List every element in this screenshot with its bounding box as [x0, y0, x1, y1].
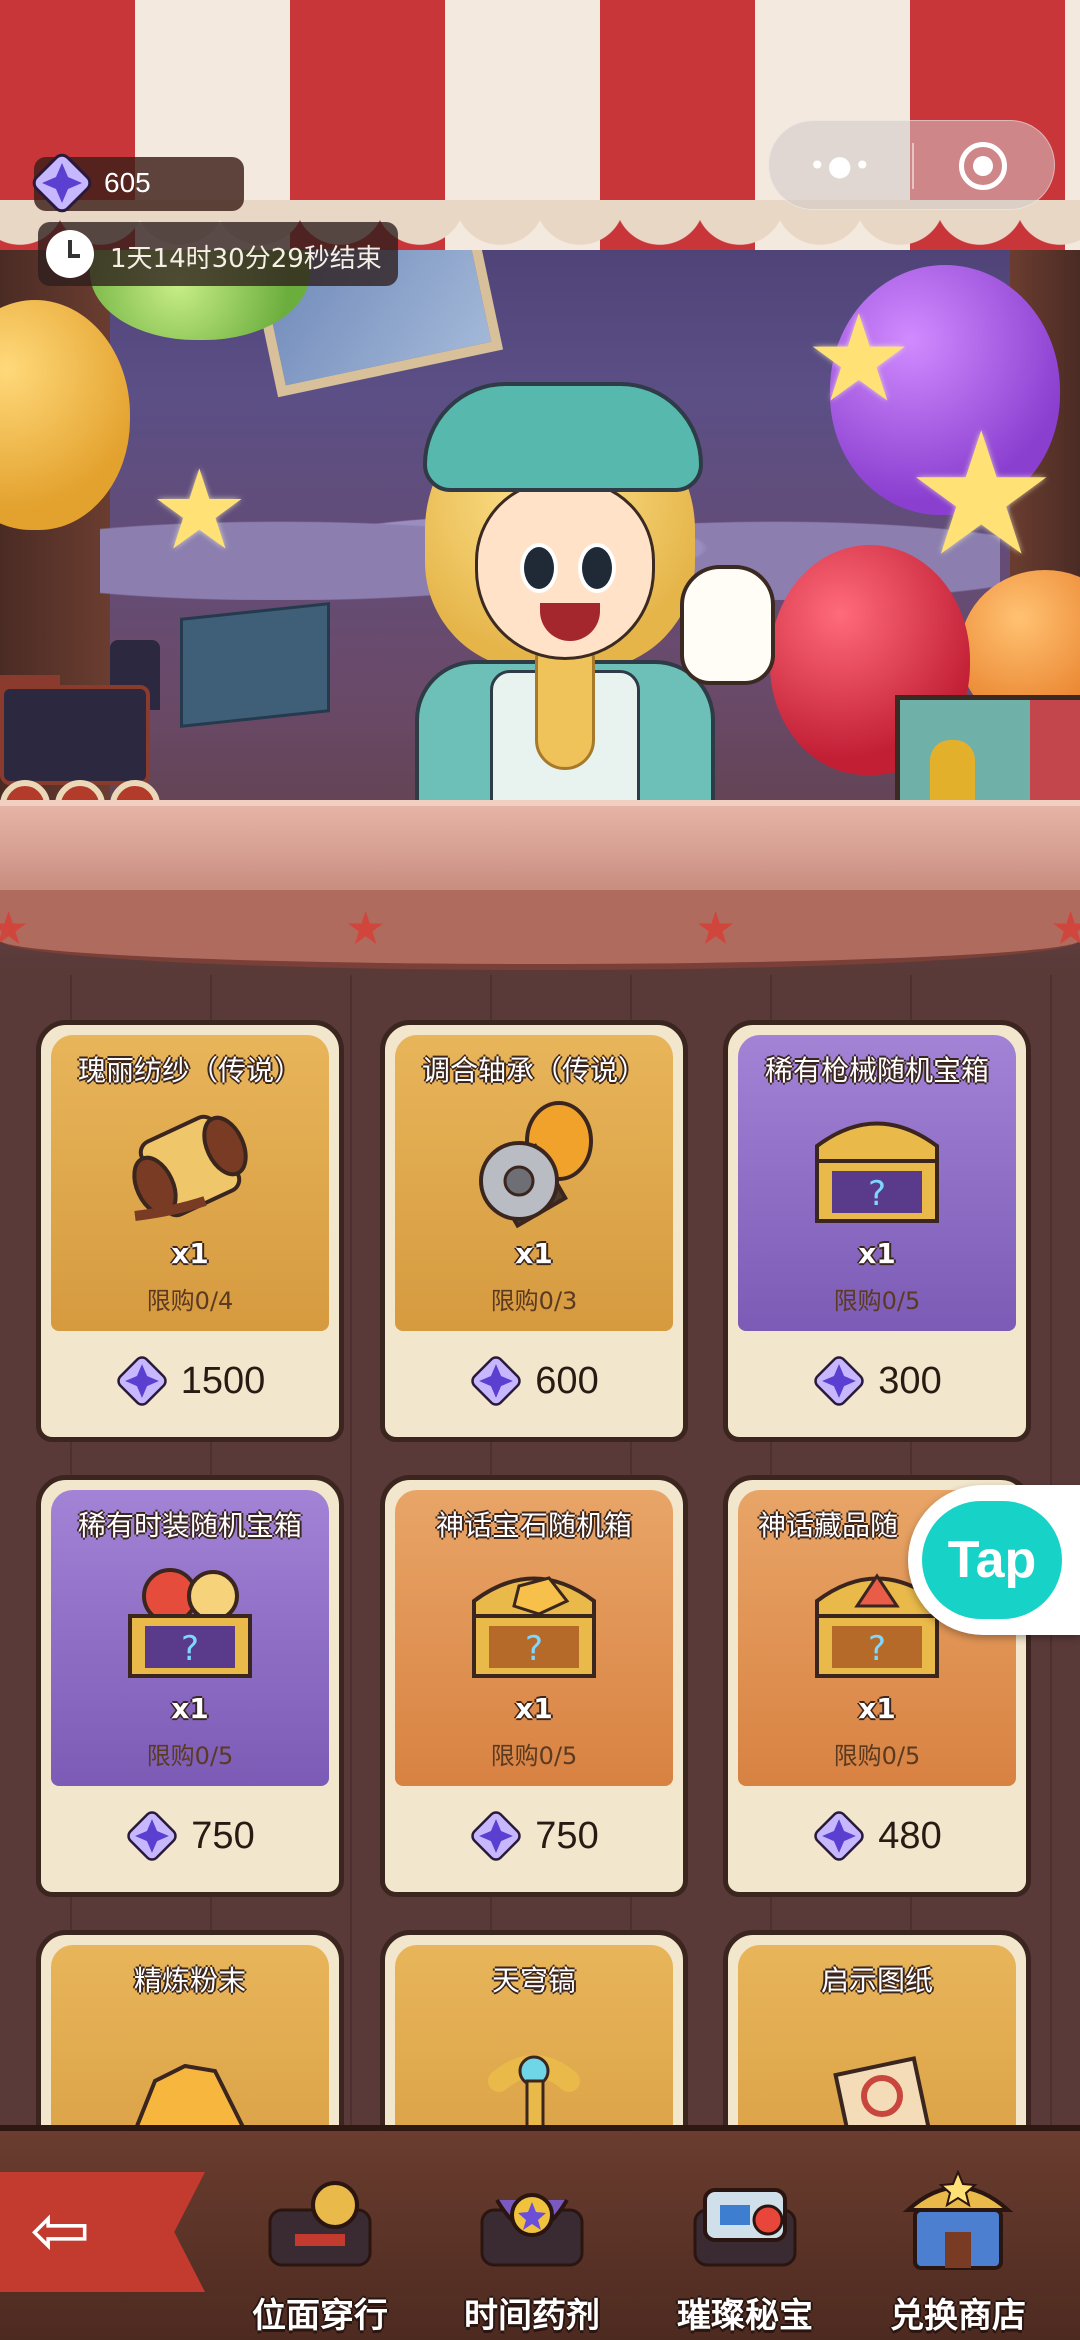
item-title: 稀有时装随机宝箱 — [77, 1509, 302, 1542]
purchase-limit: 限购0/5 — [833, 1742, 921, 1770]
counter-star-icon: ★ — [0, 901, 30, 955]
item-quantity: x1 — [858, 1692, 896, 1725]
blueprint-scroll-icon — [833, 2056, 932, 2141]
purchase-limit: 限购0/3 — [490, 1287, 578, 1315]
svg-text:?: ? — [868, 1629, 886, 1669]
counter-star-icon: ★ — [345, 901, 387, 955]
taptap-logo: Tap — [922, 1501, 1062, 1619]
timer-text: 1天14时30分29秒结束 — [110, 244, 382, 274]
hanging-star-left: ★ — [150, 446, 249, 574]
purchase-limit: 限购0/4 — [146, 1287, 234, 1315]
back-button[interactable]: ⇦ — [0, 2172, 205, 2292]
price-button[interactable]: 480 — [740, 1798, 1014, 1874]
shop-card[interactable]: 调合轴承（传说） x1 限购0/3 600 — [380, 1020, 688, 1442]
purchase-limit: 限购0/5 — [490, 1742, 578, 1770]
item-title: 稀有枪械随机宝箱 — [764, 1054, 989, 1087]
gem-balance: 605 — [32, 153, 244, 213]
price-button[interactable]: 300 — [740, 1343, 1014, 1419]
gem-icon — [471, 1356, 522, 1406]
svg-text:?: ? — [525, 1629, 543, 1669]
purchase-limit: 限购0/5 — [833, 1287, 921, 1315]
item-title: 天穹镐 — [491, 1964, 576, 1997]
treasure-chest-icon: ? — [815, 1121, 939, 1223]
shop-card[interactable]: 瑰丽纺纱（传说） x1 限购0/4 1500 — [36, 1020, 344, 1442]
hanging-star-smiling: ★ — [905, 396, 1058, 594]
nav-item-plane-travel[interactable]: 位面穿行 — [220, 2160, 420, 2336]
item-title: 启示图纸 — [820, 1964, 933, 1997]
item-quantity: x1 — [515, 1237, 553, 1270]
price-value: 480 — [878, 1814, 942, 1857]
nav-item-dazzling-treasure[interactable]: 璀璨秘宝 — [645, 2160, 845, 2336]
nav-item-exchange-shop[interactable]: 兑换商店 — [858, 2160, 1058, 2336]
more-options-button[interactable]: •●• — [809, 149, 872, 182]
counter-front — [0, 890, 1080, 970]
item-title: 神话宝石随机箱 — [435, 1509, 632, 1542]
miniprogram-capsule: •●• — [768, 120, 1055, 210]
event-timer: 1天14时30分29秒结束 — [38, 222, 398, 286]
plane-travel-icon — [268, 2181, 372, 2267]
shop-counter — [0, 800, 1080, 890]
gem-chest-icon: ? — [472, 1576, 596, 1678]
shop-card[interactable]: 神话宝石随机箱 ? x1 限购0/5 750 — [380, 1475, 688, 1897]
gem-icon — [814, 1356, 865, 1406]
item-title: 瑰丽纺纱（传说） — [77, 1054, 302, 1087]
close-miniprogram-button[interactable] — [959, 142, 1007, 190]
price-value: 1500 — [180, 1359, 266, 1402]
svg-text:?: ? — [181, 1629, 199, 1669]
item-quantity: x1 — [171, 1692, 209, 1725]
golden-spool-icon — [132, 1114, 248, 1221]
price-button[interactable]: 1500 — [53, 1343, 327, 1419]
item-title: 调合轴承（传说） — [421, 1054, 646, 1087]
shop-card[interactable]: 稀有时装随机宝箱 ? x1 限购0/5 750 — [36, 1475, 344, 1897]
back-arrow-icon: ⇦ — [30, 2188, 91, 2272]
purchase-limit: 限购0/5 — [146, 1742, 234, 1770]
item-quantity: x1 — [858, 1237, 896, 1270]
price-button[interactable]: 750 — [397, 1798, 671, 1874]
costume-chest-icon: ? — [128, 1568, 252, 1678]
gem-icon — [471, 1811, 522, 1861]
gem-icon — [814, 1811, 865, 1861]
gem-icon — [32, 153, 92, 213]
taptap-floating-button[interactable]: Tap — [908, 1485, 1080, 1635]
refined-powder-icon — [132, 2063, 249, 2133]
gem-icon — [116, 1356, 167, 1406]
sky-pickaxe-icon — [488, 2055, 580, 2141]
waving-glove — [680, 565, 775, 685]
gem-icon — [127, 1811, 178, 1861]
counter-star-icon: ★ — [695, 901, 737, 955]
counter-star-icon: ★ — [1050, 901, 1080, 955]
item-quantity: x1 — [515, 1692, 553, 1725]
nav-label: 时间药剂 — [464, 2296, 600, 2336]
hanging-star-small: ★ — [805, 290, 913, 429]
price-button[interactable]: 750 — [53, 1798, 327, 1874]
price-value: 600 — [535, 1359, 599, 1402]
svg-text:?: ? — [868, 1174, 886, 1214]
price-button[interactable]: 600 — [397, 1343, 671, 1419]
gear-bearing-icon — [479, 1101, 593, 1229]
item-quantity: x1 — [171, 1237, 209, 1270]
price-value: 750 — [535, 1814, 599, 1857]
item-title: 精炼粉末 — [133, 1964, 246, 1997]
nav-label: 璀璨秘宝 — [677, 2296, 813, 2336]
exchange-shop-icon — [903, 2170, 1013, 2270]
nav-item-time-potion[interactable]: 时间药剂 — [432, 2160, 632, 2336]
nav-label: 位面穿行 — [252, 2296, 388, 2336]
price-value: 750 — [191, 1814, 255, 1857]
dazzling-treasure-icon — [693, 2188, 797, 2267]
price-value: 300 — [878, 1359, 942, 1402]
gem-count: 605 — [104, 167, 151, 198]
shop-card[interactable]: 稀有枪械随机宝箱 ? x1 限购0/5 300 — [723, 1020, 1031, 1442]
clock-icon — [46, 230, 94, 278]
nav-label: 兑换商店 — [890, 2296, 1026, 2336]
time-potion-icon — [480, 2193, 584, 2267]
